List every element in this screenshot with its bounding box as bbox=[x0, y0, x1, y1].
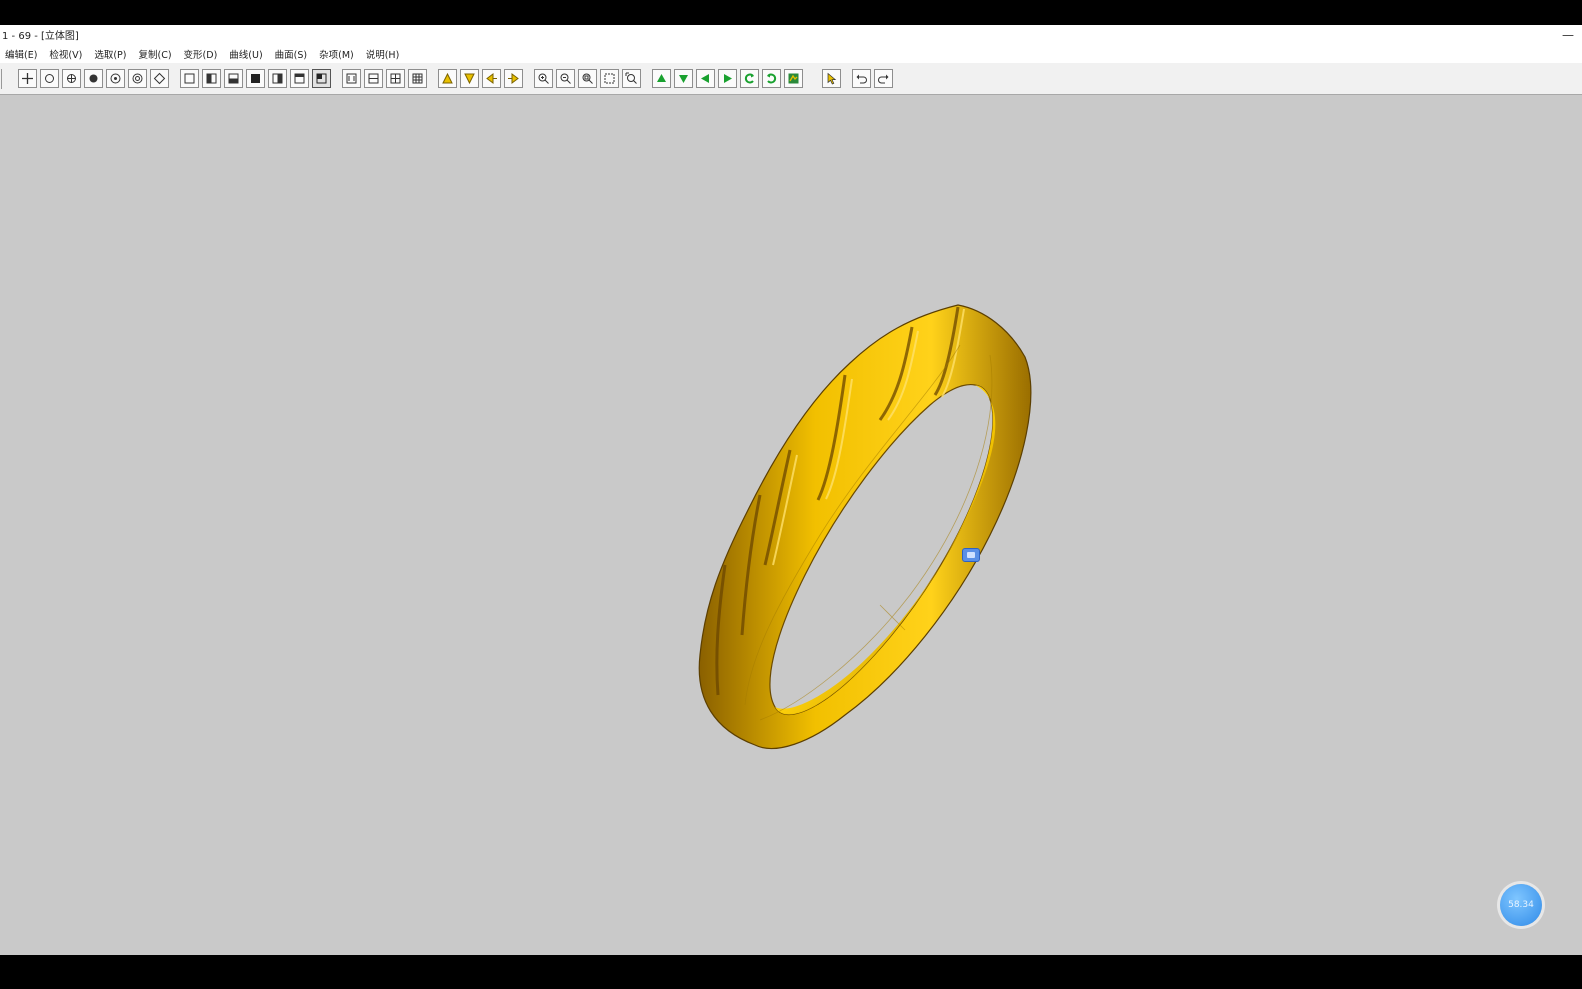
menu-view[interactable]: 检视(V) bbox=[44, 47, 89, 61]
green-left-icon[interactable] bbox=[696, 69, 715, 88]
undo-icon[interactable] bbox=[852, 69, 871, 88]
3d-viewport[interactable]: 58.34 bbox=[0, 95, 1582, 955]
point-icon[interactable] bbox=[62, 69, 81, 88]
minimize-button[interactable]: — bbox=[1554, 28, 1582, 42]
ring-point-icon[interactable] bbox=[128, 69, 147, 88]
menu-copy[interactable]: 复制(C) bbox=[134, 47, 179, 61]
target-icon[interactable] bbox=[106, 69, 125, 88]
green-down-icon[interactable] bbox=[674, 69, 693, 88]
toolbar bbox=[0, 63, 1582, 95]
half-bottom-icon[interactable] bbox=[224, 69, 243, 88]
top-bar-icon[interactable] bbox=[290, 69, 309, 88]
zoom-out-icon[interactable] bbox=[556, 69, 575, 88]
bottom-letterbox bbox=[0, 955, 1582, 989]
arrow-right-yellow-icon[interactable] bbox=[504, 69, 523, 88]
cursor-marker-icon bbox=[962, 548, 980, 562]
triangle-down-icon[interactable] bbox=[460, 69, 479, 88]
arrow-left-yellow-icon[interactable] bbox=[482, 69, 501, 88]
menu-surface[interactable]: 曲面(S) bbox=[270, 47, 314, 61]
menu-transform[interactable]: 变形(D) bbox=[179, 47, 225, 61]
menu-edit[interactable]: 编辑(E) bbox=[0, 47, 44, 61]
menu-misc[interactable]: 杂项(M) bbox=[314, 47, 361, 61]
render-icon[interactable] bbox=[784, 69, 803, 88]
split-grid-icon[interactable] bbox=[386, 69, 405, 88]
triangle-up-icon[interactable] bbox=[438, 69, 457, 88]
selected-view-icon[interactable] bbox=[312, 69, 331, 88]
toolbar-grip[interactable] bbox=[1, 68, 8, 89]
top-letterbox bbox=[0, 0, 1582, 25]
redo-icon[interactable] bbox=[874, 69, 893, 88]
crosshair-icon[interactable] bbox=[18, 69, 37, 88]
rotate-right-icon[interactable] bbox=[762, 69, 781, 88]
app-window: 1 - 69 - [立体图] — 编辑(E) 检视(V) 选取(P) 复制(C)… bbox=[0, 25, 1582, 955]
grid-icon[interactable] bbox=[408, 69, 427, 88]
circle-icon[interactable] bbox=[40, 69, 59, 88]
rotate-left-icon[interactable] bbox=[740, 69, 759, 88]
window-title: 1 - 69 - [立体图] bbox=[2, 31, 79, 42]
twisted-ring-model bbox=[698, 304, 1032, 749]
menu-select[interactable]: 选取(P) bbox=[89, 47, 133, 61]
green-up-icon[interactable] bbox=[652, 69, 671, 88]
green-right-icon[interactable] bbox=[718, 69, 737, 88]
menu-bar: 编辑(E) 检视(V) 选取(P) 复制(C) 变形(D) 曲线(U) 曲面(S… bbox=[0, 44, 1582, 63]
zoom-all-icon[interactable] bbox=[622, 69, 641, 88]
fill-square-icon[interactable] bbox=[246, 69, 265, 88]
square-icon[interactable] bbox=[180, 69, 199, 88]
zoom-box-icon[interactable] bbox=[600, 69, 619, 88]
title-bar: 1 - 69 - [立体图] — bbox=[0, 25, 1582, 44]
split-vertical-icon[interactable] bbox=[364, 69, 383, 88]
menu-help[interactable]: 说明(H) bbox=[361, 47, 407, 61]
status-bubble[interactable]: 58.34 bbox=[1500, 884, 1542, 926]
half-left-icon[interactable] bbox=[202, 69, 221, 88]
half-right-icon[interactable] bbox=[268, 69, 287, 88]
diamond-icon[interactable] bbox=[150, 69, 169, 88]
pointer-icon[interactable] bbox=[822, 69, 841, 88]
menu-curve[interactable]: 曲线(U) bbox=[224, 47, 269, 61]
zoom-in-icon[interactable] bbox=[534, 69, 553, 88]
frame-icon[interactable] bbox=[342, 69, 361, 88]
solid-point-icon[interactable] bbox=[84, 69, 103, 88]
zoom-window-icon[interactable] bbox=[578, 69, 597, 88]
